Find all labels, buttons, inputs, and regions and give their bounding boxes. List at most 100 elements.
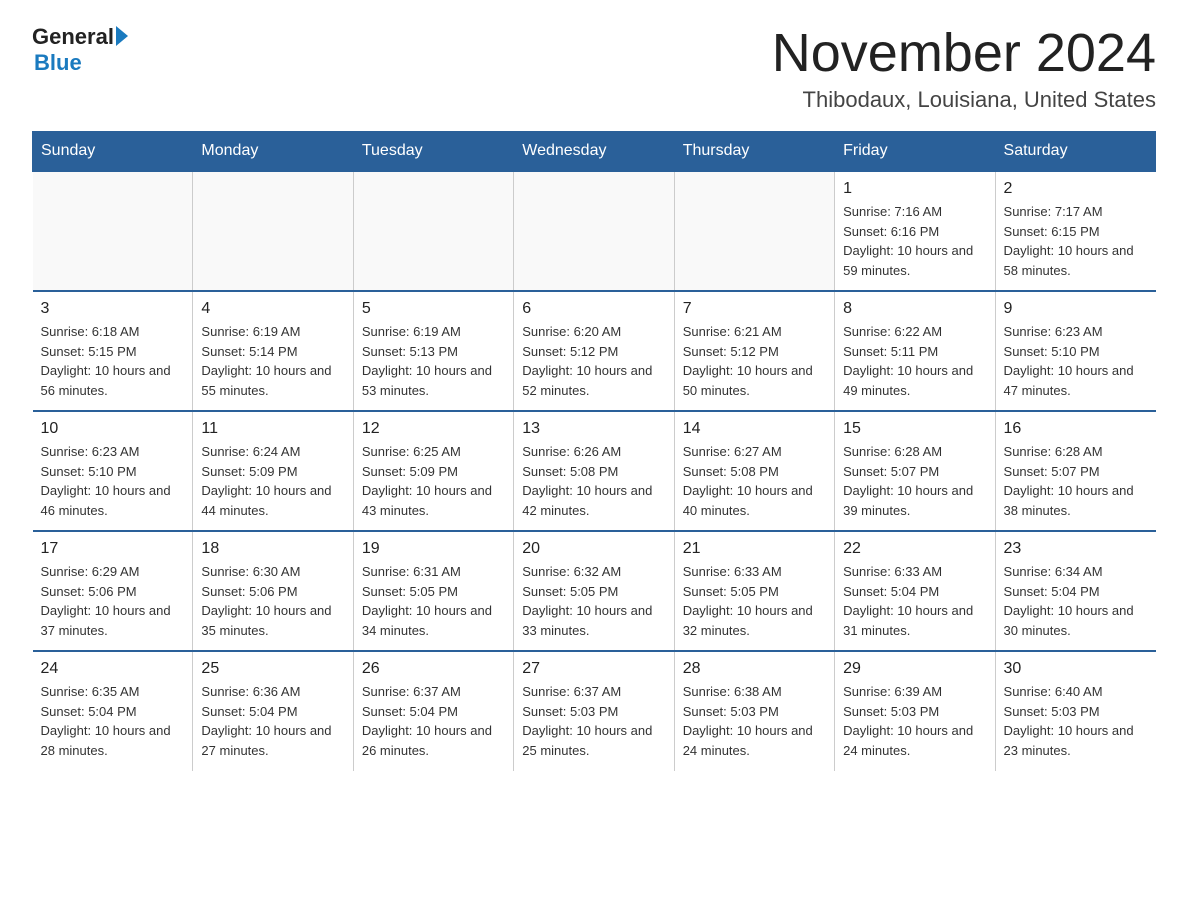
- day-info: Sunrise: 6:36 AMSunset: 5:04 PMDaylight:…: [201, 682, 344, 760]
- logo: General Blue: [32, 24, 128, 76]
- day-number: 29: [843, 660, 986, 678]
- day-info: Sunrise: 6:33 AMSunset: 5:05 PMDaylight:…: [683, 562, 826, 640]
- calendar-header: SundayMondayTuesdayWednesdayThursdayFrid…: [33, 132, 1156, 172]
- day-info: Sunrise: 7:17 AMSunset: 6:15 PMDaylight:…: [1004, 202, 1148, 280]
- day-number: 20: [522, 540, 665, 558]
- day-info: Sunrise: 6:37 AMSunset: 5:04 PMDaylight:…: [362, 682, 505, 760]
- day-cell: 22Sunrise: 6:33 AMSunset: 5:04 PMDayligh…: [835, 531, 995, 651]
- day-cell: 25 Sunrise: 6:36 AMSunset: 5:04 PMDayligh…: [193, 651, 353, 771]
- day-info: Sunrise: 7:16 AMSunset: 6:16 PMDaylight:…: [843, 202, 986, 280]
- logo-arrow-icon: [116, 26, 128, 46]
- day-info: Sunrise: 6:19 AMSunset: 5:13 PMDaylight:…: [362, 322, 505, 400]
- day-cell: 14 Sunrise: 6:27 AMSunset: 5:08 PMDayligh…: [674, 411, 834, 531]
- day-cell: 24 Sunrise: 6:35 AMSunset: 5:04 PMDayligh…: [33, 651, 193, 771]
- day-info: Sunrise: 6:33 AMSunset: 5:04 PMDaylight:…: [843, 562, 986, 640]
- day-number: 26: [362, 660, 505, 678]
- logo-general: General: [32, 24, 114, 50]
- day-cell: 11 Sunrise: 6:24 AMSunset: 5:09 PMDayligh…: [193, 411, 353, 531]
- day-info: Sunrise: 6:18 AMSunset: 5:15 PMDaylight:…: [41, 322, 185, 400]
- day-number: 4: [201, 300, 344, 318]
- day-cell: 4 Sunrise: 6:19 AMSunset: 5:14 PMDaylight…: [193, 291, 353, 411]
- day-number: 17: [41, 540, 185, 558]
- day-number: 28: [683, 660, 826, 678]
- day-cell: 28Sunrise: 6:38 AMSunset: 5:03 PMDayligh…: [674, 651, 834, 771]
- header-cell-thursday: Thursday: [674, 132, 834, 172]
- day-cell: 19 Sunrise: 6:31 AMSunset: 5:05 PMDayligh…: [353, 531, 513, 651]
- day-number: 27: [522, 660, 665, 678]
- day-cell: 3 Sunrise: 6:18 AMSunset: 5:15 PMDaylight…: [33, 291, 193, 411]
- day-cell: 30Sunrise: 6:40 AMSunset: 5:03 PMDayligh…: [995, 651, 1155, 771]
- day-number: 6: [522, 300, 665, 318]
- day-cell: [193, 171, 353, 291]
- day-cell: 18 Sunrise: 6:30 AMSunset: 5:06 PMDayligh…: [193, 531, 353, 651]
- day-cell: 10 Sunrise: 6:23 AMSunset: 5:10 PMDayligh…: [33, 411, 193, 531]
- day-info: Sunrise: 6:29 AMSunset: 5:06 PMDaylight:…: [41, 562, 185, 640]
- day-number: 10: [41, 420, 185, 438]
- day-cell: 16Sunrise: 6:28 AMSunset: 5:07 PMDayligh…: [995, 411, 1155, 531]
- subtitle: Thibodaux, Louisiana, United States: [772, 87, 1156, 113]
- day-number: 5: [362, 300, 505, 318]
- day-number: 21: [683, 540, 826, 558]
- day-cell: 9 Sunrise: 6:23 AMSunset: 5:10 PMDaylight…: [995, 291, 1155, 411]
- day-info: Sunrise: 6:23 AMSunset: 5:10 PMDaylight:…: [1004, 322, 1148, 400]
- day-number: 13: [522, 420, 665, 438]
- day-cell: 7 Sunrise: 6:21 AMSunset: 5:12 PMDaylight…: [674, 291, 834, 411]
- day-info: Sunrise: 6:25 AMSunset: 5:09 PMDaylight:…: [362, 442, 505, 520]
- day-number: 23: [1004, 540, 1148, 558]
- week-row-1: 3 Sunrise: 6:18 AMSunset: 5:15 PMDaylight…: [33, 291, 1156, 411]
- day-cell: 2 Sunrise: 7:17 AMSunset: 6:15 PMDaylight…: [995, 171, 1155, 291]
- day-info: Sunrise: 6:35 AMSunset: 5:04 PMDaylight:…: [41, 682, 185, 760]
- day-info: Sunrise: 6:22 AMSunset: 5:11 PMDaylight:…: [843, 322, 986, 400]
- day-info: Sunrise: 6:24 AMSunset: 5:09 PMDaylight:…: [201, 442, 344, 520]
- day-number: 12: [362, 420, 505, 438]
- day-info: Sunrise: 6:31 AMSunset: 5:05 PMDaylight:…: [362, 562, 505, 640]
- day-number: 3: [41, 300, 185, 318]
- day-info: Sunrise: 6:40 AMSunset: 5:03 PMDaylight:…: [1004, 682, 1148, 760]
- day-number: 1: [843, 180, 986, 198]
- title-block: November 2024 Thibodaux, Louisiana, Unit…: [772, 24, 1156, 113]
- day-info: Sunrise: 6:30 AMSunset: 5:06 PMDaylight:…: [201, 562, 344, 640]
- main-title: November 2024: [772, 24, 1156, 83]
- header-cell-saturday: Saturday: [995, 132, 1155, 172]
- header-cell-tuesday: Tuesday: [353, 132, 513, 172]
- day-info: Sunrise: 6:19 AMSunset: 5:14 PMDaylight:…: [201, 322, 344, 400]
- calendar-body: 1 Sunrise: 7:16 AMSunset: 6:16 PMDaylight…: [33, 171, 1156, 771]
- day-number: 8: [843, 300, 986, 318]
- day-number: 7: [683, 300, 826, 318]
- day-cell: 21 Sunrise: 6:33 AMSunset: 5:05 PMDayligh…: [674, 531, 834, 651]
- page-header: General Blue November 2024 Thibodaux, Lo…: [32, 24, 1156, 113]
- day-info: Sunrise: 6:27 AMSunset: 5:08 PMDaylight:…: [683, 442, 826, 520]
- week-row-2: 10 Sunrise: 6:23 AMSunset: 5:10 PMDayligh…: [33, 411, 1156, 531]
- day-info: Sunrise: 6:37 AMSunset: 5:03 PMDaylight:…: [522, 682, 665, 760]
- day-number: 9: [1004, 300, 1148, 318]
- day-number: 25: [201, 660, 344, 678]
- day-cell: 20 Sunrise: 6:32 AMSunset: 5:05 PMDayligh…: [514, 531, 674, 651]
- day-number: 16: [1004, 420, 1148, 438]
- day-cell: 17 Sunrise: 6:29 AMSunset: 5:06 PMDayligh…: [33, 531, 193, 651]
- day-cell: 15 Sunrise: 6:28 AMSunset: 5:07 PMDayligh…: [835, 411, 995, 531]
- calendar-table: SundayMondayTuesdayWednesdayThursdayFrid…: [32, 131, 1156, 771]
- day-info: Sunrise: 6:39 AMSunset: 5:03 PMDaylight:…: [843, 682, 986, 760]
- week-row-0: 1 Sunrise: 7:16 AMSunset: 6:16 PMDaylight…: [33, 171, 1156, 291]
- day-cell: 26 Sunrise: 6:37 AMSunset: 5:04 PMDayligh…: [353, 651, 513, 771]
- week-row-4: 24 Sunrise: 6:35 AMSunset: 5:04 PMDayligh…: [33, 651, 1156, 771]
- day-number: 15: [843, 420, 986, 438]
- day-cell: [514, 171, 674, 291]
- day-info: Sunrise: 6:28 AMSunset: 5:07 PMDaylight:…: [843, 442, 986, 520]
- day-number: 2: [1004, 180, 1148, 198]
- day-number: 11: [201, 420, 344, 438]
- day-cell: 5 Sunrise: 6:19 AMSunset: 5:13 PMDaylight…: [353, 291, 513, 411]
- logo-blue: Blue: [34, 50, 82, 76]
- day-info: Sunrise: 6:32 AMSunset: 5:05 PMDaylight:…: [522, 562, 665, 640]
- day-info: Sunrise: 6:21 AMSunset: 5:12 PMDaylight:…: [683, 322, 826, 400]
- day-info: Sunrise: 6:23 AMSunset: 5:10 PMDaylight:…: [41, 442, 185, 520]
- day-info: Sunrise: 6:26 AMSunset: 5:08 PMDaylight:…: [522, 442, 665, 520]
- day-cell: 29 Sunrise: 6:39 AMSunset: 5:03 PMDayligh…: [835, 651, 995, 771]
- week-row-3: 17 Sunrise: 6:29 AMSunset: 5:06 PMDayligh…: [33, 531, 1156, 651]
- day-number: 19: [362, 540, 505, 558]
- day-number: 14: [683, 420, 826, 438]
- day-number: 18: [201, 540, 344, 558]
- day-cell: 6Sunrise: 6:20 AMSunset: 5:12 PMDaylight…: [514, 291, 674, 411]
- header-row: SundayMondayTuesdayWednesdayThursdayFrid…: [33, 132, 1156, 172]
- day-number: 24: [41, 660, 185, 678]
